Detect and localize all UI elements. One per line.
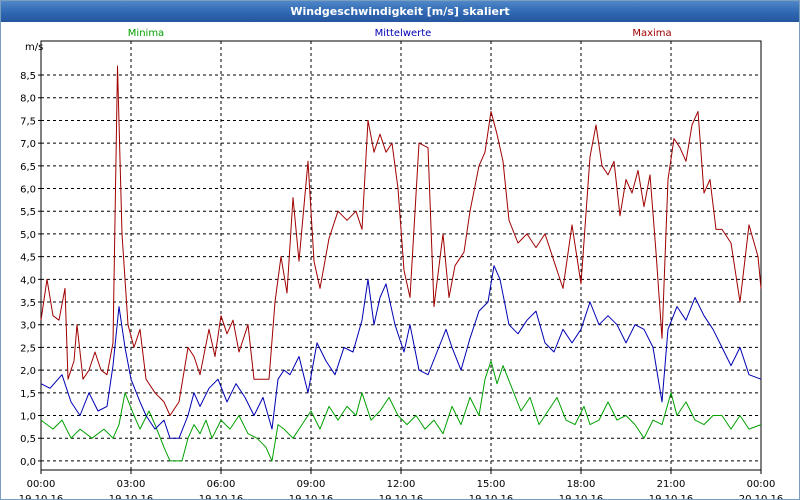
- y-tick-label: 6,5: [20, 162, 36, 173]
- x-tick-time: 15:00: [477, 479, 506, 490]
- y-tick-label: 6,0: [20, 185, 36, 196]
- window-title: Windgeschwindigkeit [m/s] skaliert: [290, 5, 510, 18]
- x-tick-date: 19.10.16: [109, 494, 154, 499]
- y-tick-label: 4,5: [20, 253, 36, 264]
- chart-window: Windgeschwindigkeit [m/s] skaliert m/s 0…: [0, 0, 800, 500]
- y-tick-label: 2,0: [20, 366, 36, 377]
- x-tick-time: 21:00: [657, 479, 686, 490]
- y-axis-unit: m/s: [25, 42, 43, 53]
- y-tick-label: 0,5: [20, 434, 36, 445]
- x-tick-time: 00:00: [27, 479, 56, 490]
- x-tick-date: 19.10.16: [19, 494, 64, 499]
- x-tick-date: 19.10.16: [649, 494, 694, 499]
- x-tick-time: 06:00: [207, 479, 236, 490]
- y-tick-label: 0,0: [20, 457, 36, 468]
- y-axis: m/s 0,0 0,5 1,0 1,5 2,0 2,5 3,0 3,5 4,0 4,5 5,0 5,5…: [20, 42, 43, 468]
- x-tick-time: 09:00: [297, 479, 326, 490]
- y-tick-label: 1,0: [20, 412, 36, 423]
- y-tick-label: 3,0: [20, 321, 36, 332]
- x-tick-date: 19.10.16: [379, 494, 424, 499]
- x-tick-time: 12:00: [387, 479, 416, 490]
- y-tick-label: 8,5: [20, 71, 36, 82]
- x-tick-date: 19.10.16: [289, 494, 334, 499]
- legend-mittelwerte: Mittelwerte: [375, 28, 432, 39]
- wind-speed-chart: m/s 0,0 0,5 1,0 1,5 2,0 2,5 3,0 3,5 4,0 4,5 5,0 5,5…: [19, 28, 784, 499]
- y-tick-label: 4,0: [20, 275, 36, 286]
- y-tick-label: 3,5: [20, 298, 36, 309]
- x-tick-time: 03:00: [117, 479, 146, 490]
- legend-maxima: Maxima: [632, 28, 671, 39]
- x-axis: 00:00 19.10.16 03:00 19.10.16 06:00 19.10.16 0…: [19, 470, 784, 499]
- y-tick-label: 2,5: [20, 343, 36, 354]
- x-tick-time: 00:00: [747, 479, 776, 490]
- x-tick-time: 18:00: [567, 479, 596, 490]
- x-tick-date: 19.10.16: [199, 494, 244, 499]
- y-tick-label: 7,0: [20, 139, 36, 150]
- y-tick-label: 7,5: [20, 116, 36, 127]
- y-tick-label: 1,5: [20, 389, 36, 400]
- title-bar: Windgeschwindigkeit [m/s] skaliert: [1, 1, 799, 22]
- y-tick-label: 8,0: [20, 94, 36, 105]
- y-tick-label: 5,0: [20, 230, 36, 241]
- x-tick-date: 19.10.16: [559, 494, 604, 499]
- y-tick-label: 5,5: [20, 207, 36, 218]
- x-tick-date: 20.10.16: [739, 494, 784, 499]
- plot-area: [40, 40, 762, 471]
- x-tick-date: 19.10.16: [469, 494, 514, 499]
- legend-minima: Minima: [128, 28, 164, 39]
